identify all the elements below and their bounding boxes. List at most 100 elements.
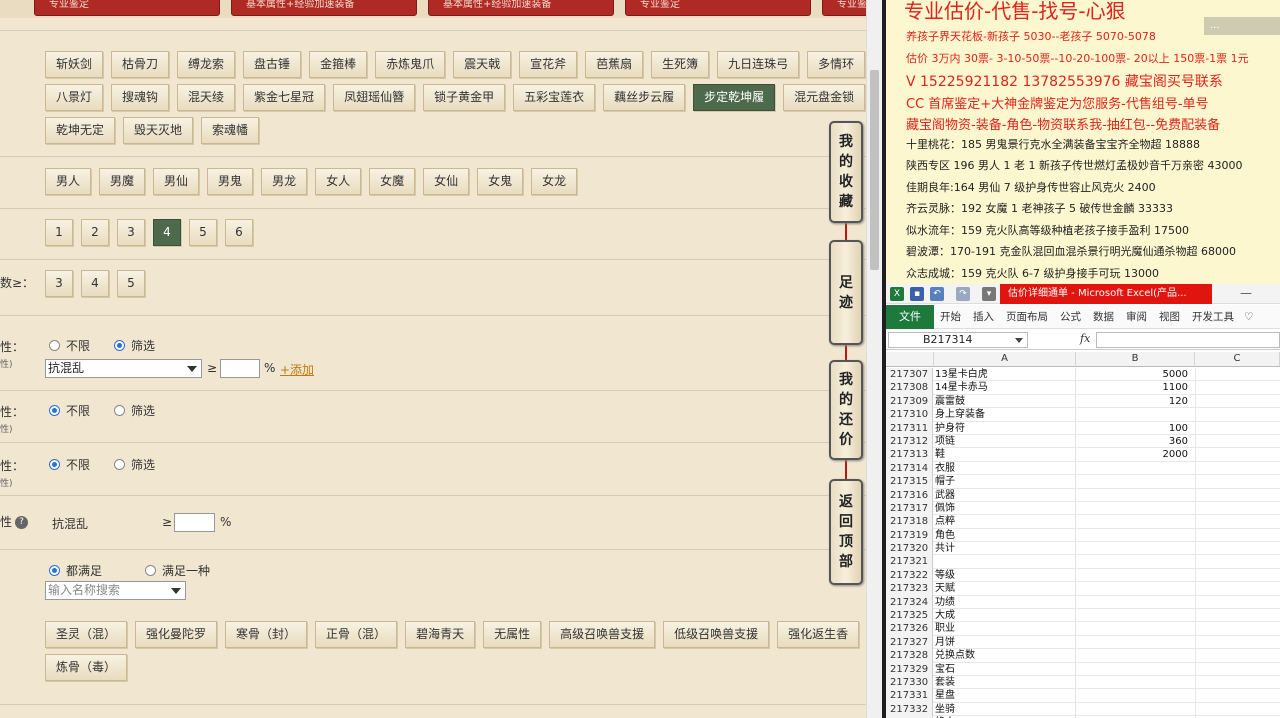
cell-c[interactable] — [1195, 662, 1280, 676]
scrollbar-thumb[interactable] — [870, 70, 879, 270]
filter3-option-filter[interactable]: 筛选 — [114, 456, 155, 473]
cell-a[interactable]: 等级 — [935, 569, 1075, 582]
level-button[interactable]: 6 — [225, 219, 253, 246]
cell-c[interactable] — [1195, 582, 1280, 596]
row-header[interactable]: 217317 — [886, 501, 933, 516]
weapon-button[interactable]: 盘古锤 — [243, 51, 302, 78]
cell-a[interactable]: 身上穿装备 — [935, 408, 1075, 421]
weapon-button[interactable]: 索魂幡 — [201, 117, 260, 144]
cell-a[interactable]: 14星卡赤马 — [935, 381, 1075, 394]
row-header[interactable]: 217313 — [886, 448, 933, 462]
cell-a[interactable]: 坐骑 — [935, 703, 1075, 716]
cell-c[interactable] — [1195, 689, 1280, 703]
gender-button[interactable]: 女人 — [315, 168, 362, 195]
ribbon-tab[interactable]: 审阅 — [1120, 309, 1153, 324]
weapon-button[interactable]: 混天绫 — [177, 84, 236, 111]
row-header[interactable]: 217328 — [886, 649, 933, 663]
row-header[interactable]: 217310 — [886, 408, 933, 422]
skill-button[interactable]: 强化曼陀罗 — [135, 621, 218, 648]
ribbon-tab[interactable]: 开始 — [934, 309, 967, 324]
skill-button[interactable]: 高级召唤兽支援 — [549, 621, 656, 648]
weapon-button[interactable]: 五彩宝莲衣 — [513, 84, 596, 111]
add-filter-link[interactable]: +添加 — [280, 361, 314, 378]
ribbon-collapse-icon[interactable]: ♡ — [1240, 311, 1257, 323]
gender-button[interactable]: 男龙 — [261, 168, 308, 195]
cell-c[interactable] — [1195, 434, 1280, 449]
gender-button[interactable]: 女鬼 — [477, 168, 524, 195]
cell-c[interactable] — [1195, 675, 1280, 690]
browse-history-button[interactable]: 足迹 — [829, 240, 863, 345]
weapon-button[interactable]: 搜魂钩 — [111, 84, 170, 111]
cell-a[interactable]: 共计 — [935, 542, 1075, 555]
weapon-button[interactable]: 紫金七星冠 — [243, 84, 326, 111]
formula-input[interactable] — [1096, 332, 1280, 348]
cell-c[interactable] — [1195, 542, 1280, 556]
cell-c[interactable] — [1195, 622, 1280, 636]
cell-a[interactable]: 项链 — [935, 435, 1075, 448]
skill-button[interactable]: 碧海青天 — [405, 621, 476, 648]
cell-a[interactable]: 天赋 — [935, 582, 1075, 595]
cell-c[interactable] — [1195, 702, 1280, 717]
sheet-grid[interactable]: 217307 13星卡白虎 5000 217308 14星卡赤马 1100 217309 震雷… — [886, 368, 1280, 718]
level-button[interactable]: 3 — [117, 219, 145, 246]
cell-b[interactable]: 5000 — [1076, 368, 1194, 381]
weapon-button[interactable]: 赤炼鬼爪 — [375, 51, 446, 78]
weapon-button[interactable]: 芭蕉扇 — [585, 51, 644, 78]
weapon-button[interactable]: 混元盘金锁 — [783, 84, 866, 111]
select-all-corner[interactable] — [886, 352, 934, 367]
weapon-button[interactable]: 八景灯 — [45, 84, 104, 111]
level-button[interactable]: 2 — [81, 219, 109, 246]
cell-c[interactable] — [1195, 381, 1280, 395]
filter1-attribute-select[interactable]: 抗混乱 — [45, 359, 202, 378]
count-button[interactable]: 5 — [117, 270, 145, 297]
ribbon-tab[interactable]: 页面布局 — [1000, 309, 1054, 324]
cell-c[interactable] — [1195, 368, 1280, 382]
cell-a[interactable]: 佩饰 — [935, 502, 1075, 515]
row-header[interactable]: 217320 — [886, 542, 933, 556]
weapon-button[interactable]: 缚龙索 — [177, 51, 236, 78]
cell-a[interactable]: 衣服 — [935, 462, 1075, 475]
cell-a[interactable]: 帽子 — [935, 475, 1075, 488]
save-icon[interactable]: ▪ — [910, 287, 924, 301]
back-to-top-button[interactable]: 返回顶部 — [829, 479, 863, 585]
cell-a[interactable]: 宝石 — [935, 663, 1075, 676]
row-header[interactable]: 217332 — [886, 702, 933, 717]
undo-icon[interactable]: ↶ — [930, 287, 944, 301]
cell-c[interactable] — [1195, 609, 1280, 623]
weapon-button[interactable]: 藕丝步云履 — [603, 84, 686, 111]
help-icon[interactable]: ? — [15, 516, 29, 529]
weapon-button[interactable]: 生死簿 — [651, 51, 710, 78]
row-header[interactable]: 217315 — [886, 475, 933, 489]
skill-search-input[interactable]: 输入名称搜索 — [45, 581, 186, 600]
row-header[interactable]: 217311 — [886, 421, 933, 435]
row-header[interactable]: 217322 — [886, 568, 933, 583]
cell-a[interactable]: 13星卡白虎 — [935, 368, 1075, 381]
row-header[interactable]: 217307 — [886, 368, 933, 382]
cell-a[interactable]: 功绩 — [935, 596, 1075, 609]
cell-a[interactable]: 鞋 — [935, 448, 1075, 461]
gender-button[interactable]: 女魔 — [369, 168, 416, 195]
row-header[interactable]: 217309 — [886, 394, 933, 409]
weapon-button[interactable]: 多情环 — [807, 51, 866, 78]
cell-a[interactable]: 大成 — [935, 609, 1075, 622]
row-header[interactable]: 217316 — [886, 488, 933, 502]
filter5-option-all[interactable]: 都满足 — [49, 562, 102, 579]
cell-b[interactable]: 1100 — [1076, 381, 1194, 394]
function-icon[interactable]: fx — [1080, 332, 1090, 345]
row-header[interactable]: 217321 — [886, 555, 933, 569]
filter5-option-any[interactable]: 满足一种 — [145, 562, 210, 579]
cell-b[interactable]: 360 — [1076, 435, 1194, 448]
cell-a[interactable]: 点粹 — [935, 515, 1075, 528]
filter1-value-input[interactable] — [220, 359, 260, 378]
skill-button[interactable]: 低级召唤兽支援 — [663, 621, 770, 648]
level-button[interactable]: 4 — [153, 219, 181, 246]
gender-button[interactable]: 女仙 — [423, 168, 470, 195]
weapon-button[interactable]: 步定乾坤履 — [693, 84, 776, 111]
cell-c[interactable] — [1195, 515, 1280, 529]
cell-c[interactable] — [1195, 408, 1280, 422]
ribbon-tab[interactable]: 开发工具 — [1186, 309, 1240, 324]
row-header[interactable]: 217326 — [886, 622, 933, 636]
minimize-button[interactable]: — — [1240, 286, 1252, 300]
cell-a[interactable]: 武器 — [935, 489, 1075, 502]
ribbon-tab[interactable]: 插入 — [967, 309, 1000, 324]
